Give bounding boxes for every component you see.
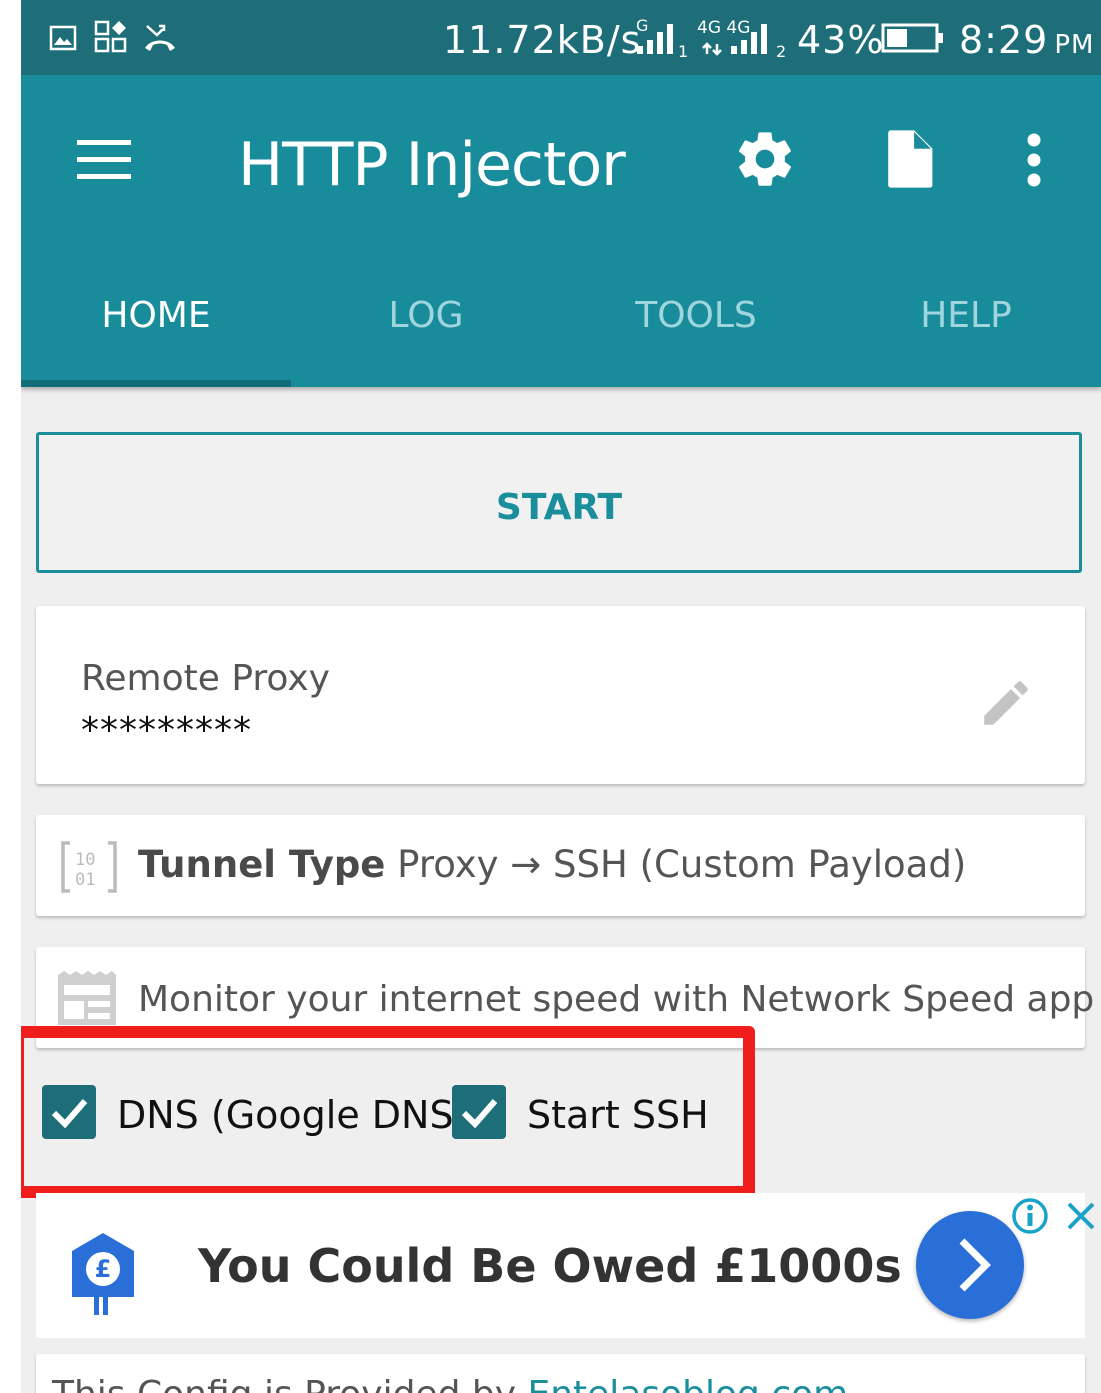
app-title: HTTP Injector (238, 130, 626, 200)
file-icon[interactable] (883, 127, 935, 191)
gear-icon[interactable] (733, 127, 797, 191)
tunnel-type-value: Proxy → SSH (Custom Payload) (397, 843, 967, 886)
remote-proxy-label: Remote Proxy (81, 658, 330, 699)
battery-icon (881, 23, 943, 53)
screen-edge (0, 0, 21, 1393)
remote-proxy-card[interactable]: Remote Proxy ********* (36, 606, 1085, 784)
start-button[interactable]: START (36, 432, 1082, 573)
tab-tools[interactable]: TOOLS (561, 295, 831, 336)
pound-tag-logo: £ (72, 1233, 134, 1315)
tab-help[interactable]: HELP (831, 295, 1101, 336)
app-screen: 11.72kB/s G 1 4G 4G 2 43% 8:29 PM HTTP In (21, 0, 1101, 1393)
config-provider-link[interactable]: Entelasoblog.com (527, 1374, 848, 1393)
highlight-box (21, 1026, 755, 1198)
ad-open-button[interactable] (916, 1211, 1024, 1319)
newspaper-icon (58, 971, 116, 1025)
apps-icon (94, 20, 127, 53)
sim1-network: G (636, 16, 649, 35)
svg-text:10: 10 (75, 850, 95, 870)
edit-pencil-icon[interactable] (977, 674, 1035, 732)
status-bar: 11.72kB/s G 1 4G 4G 2 43% 8:29 PM (21, 0, 1101, 75)
close-icon[interactable] (1062, 1197, 1100, 1235)
tunnel-type-card[interactable]: 10 01 Tunnel Type Proxy → SSH (Custom Pa… (36, 815, 1085, 916)
svg-text:01: 01 (75, 870, 95, 890)
logo-symbol: £ (95, 1255, 112, 1283)
remote-proxy-value: ********* (81, 710, 252, 751)
info-icon[interactable] (1011, 1197, 1049, 1235)
network-speed: 11.72kB/s (443, 18, 642, 62)
gallery-icon (49, 25, 77, 51)
signal-icon (702, 24, 767, 56)
promo-text: Monitor your internet speed with Network… (138, 979, 1095, 1020)
app-bar: HTTP Injector HOME LOG TOOLS HELP (21, 75, 1101, 387)
tab-log[interactable]: LOG (291, 295, 561, 336)
binary-icon: 10 01 (61, 841, 117, 893)
sim2-slot: 2 (776, 42, 787, 61)
tunnel-type-text: Tunnel Type Proxy → SSH (Custom Payload) (138, 843, 966, 886)
hamburger-menu-icon[interactable] (77, 140, 131, 180)
start-button-label: START (495, 487, 623, 528)
more-vert-icon[interactable] (1024, 133, 1044, 187)
ad-headline: You Could Be Owed £1000s (198, 1239, 902, 1293)
battery-percent: 43% (797, 18, 885, 62)
sim1-slot: 1 (678, 42, 689, 61)
tab-home[interactable]: HOME (21, 295, 291, 336)
tunnel-type-label: Tunnel Type (138, 843, 386, 886)
config-info-text: This Config is Provided by Entelasoblog.… (52, 1374, 848, 1393)
chevron-right-icon (959, 1238, 991, 1292)
missed-call-icon (145, 24, 175, 51)
tab-indicator (21, 380, 291, 387)
config-info-card: This Config is Provided by Entelasoblog.… (36, 1354, 1085, 1393)
ad-banner[interactable]: £ You Could Be Owed £1000s (36, 1193, 1095, 1338)
clock: 8:29 PM (959, 18, 1095, 62)
